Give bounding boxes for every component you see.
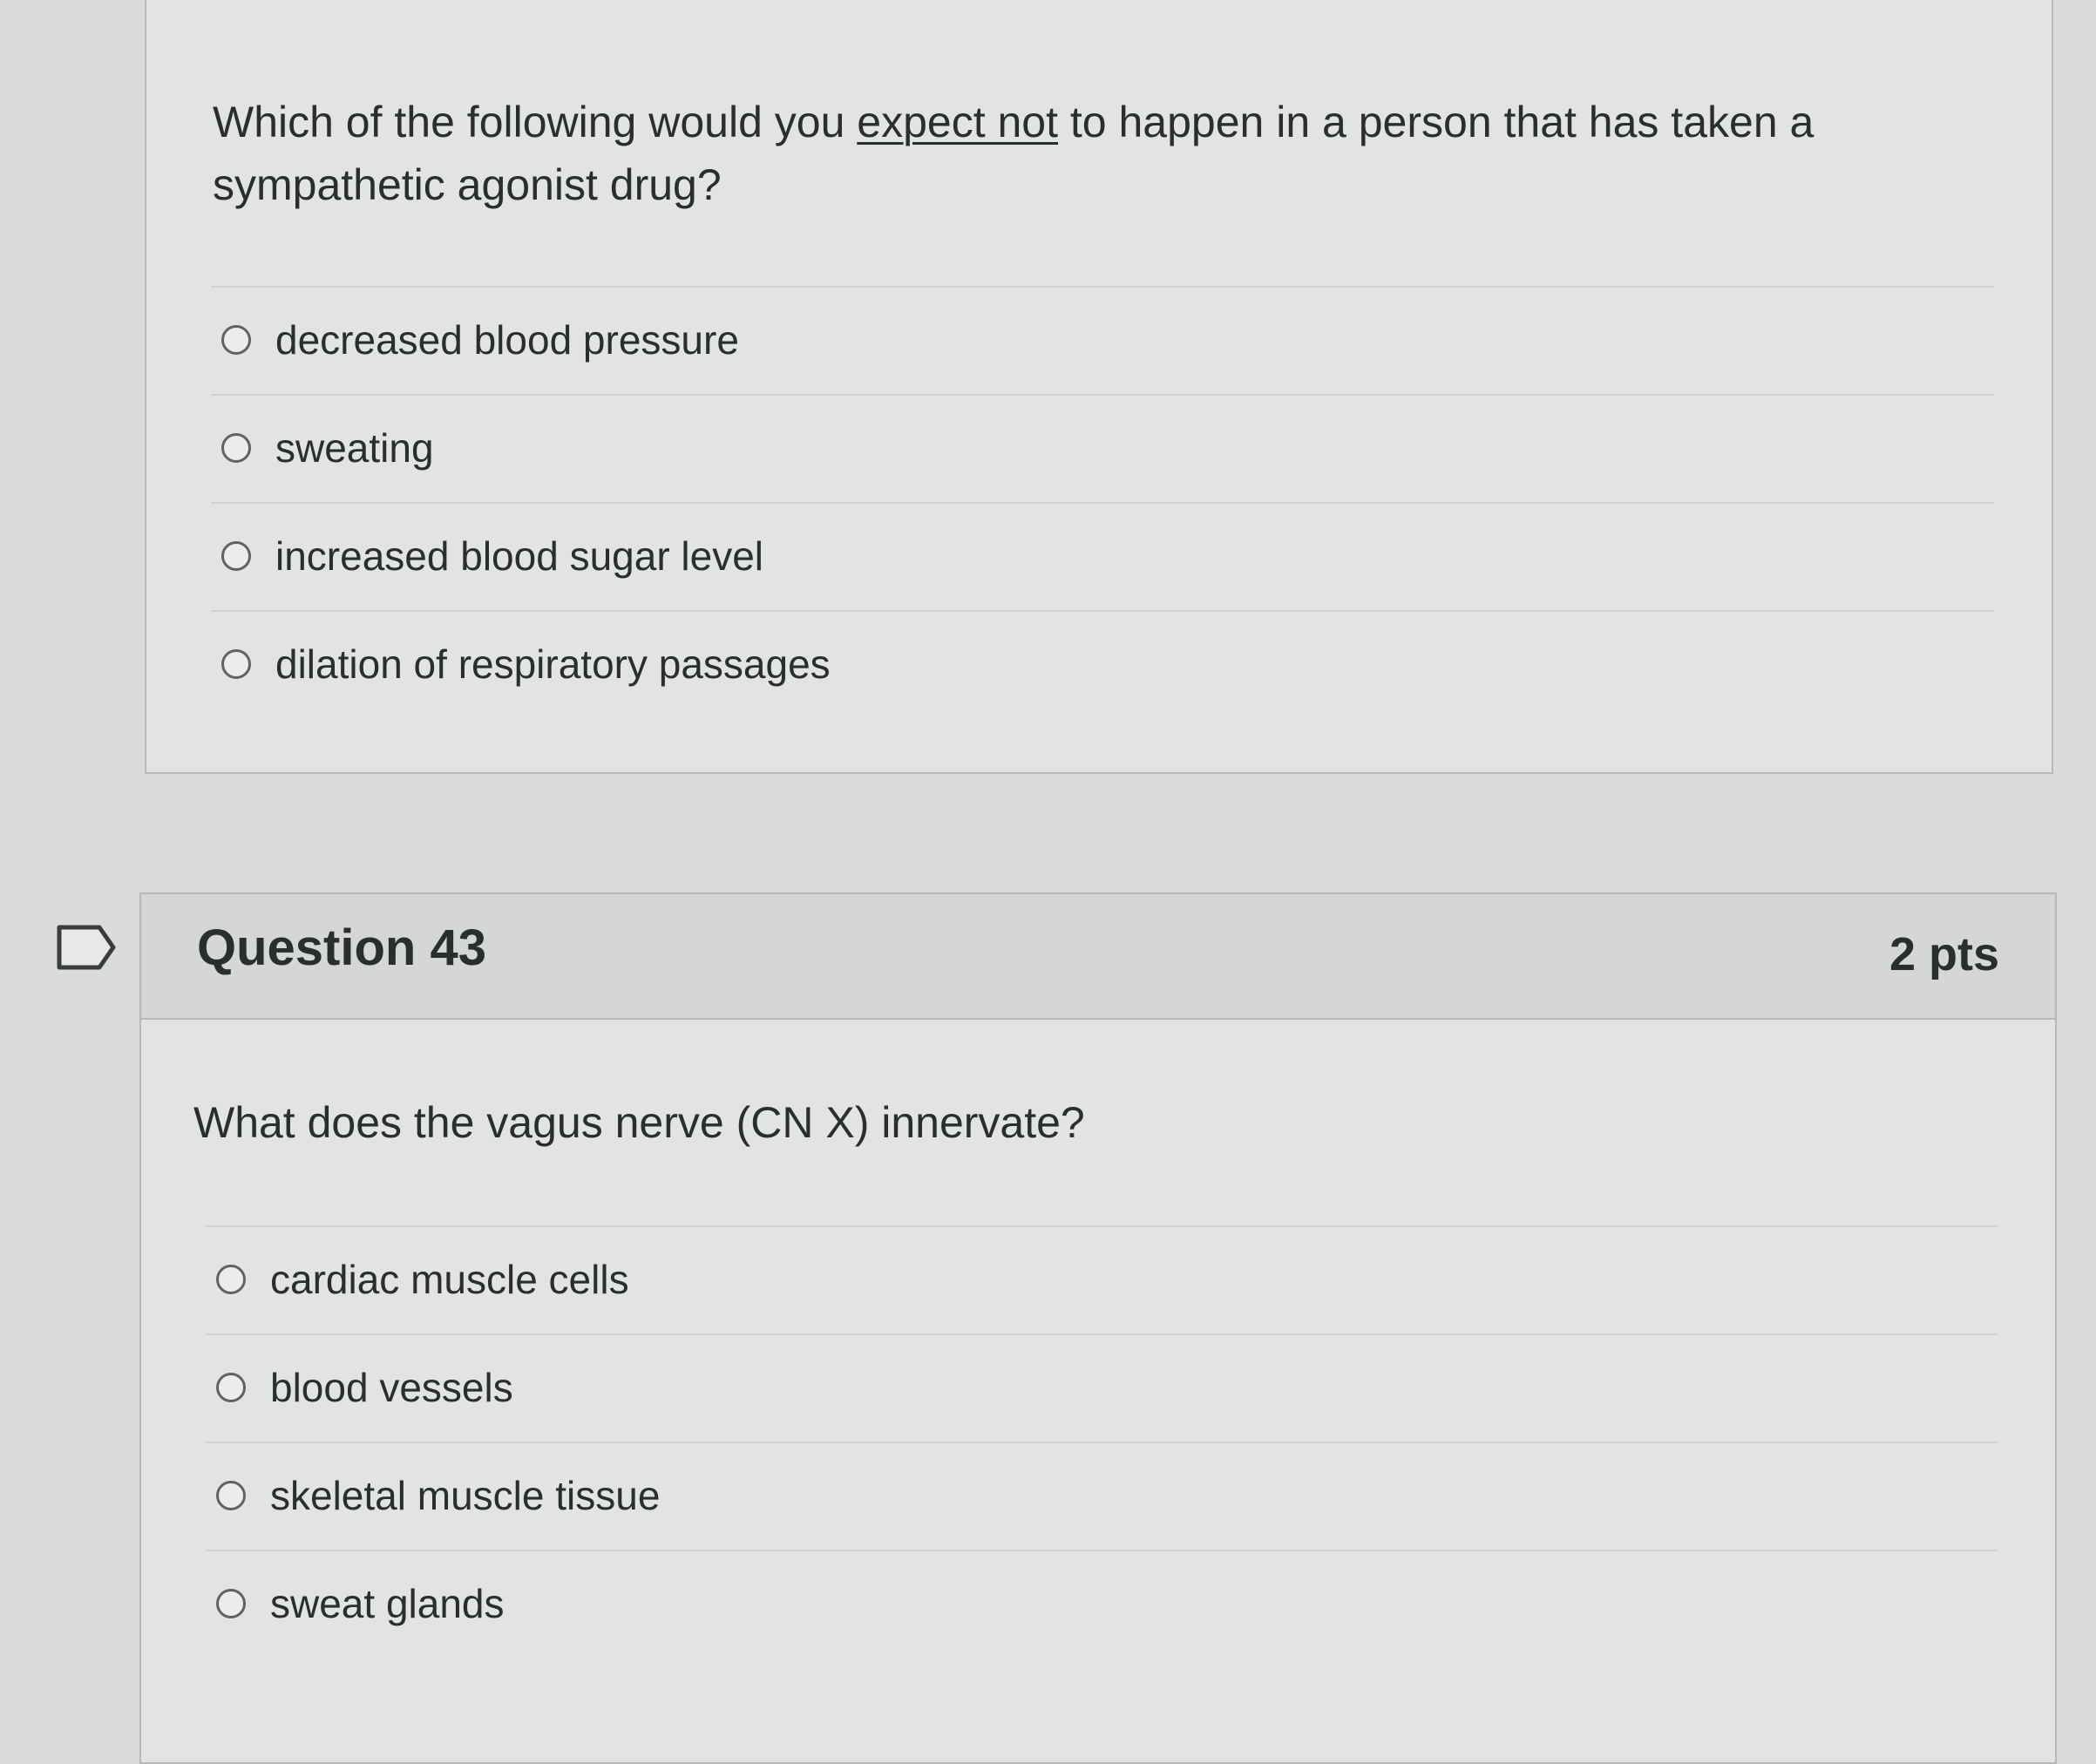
answer-option[interactable]: blood vessels bbox=[206, 1335, 1998, 1443]
answer-option[interactable]: increased blood sugar level bbox=[211, 504, 1994, 612]
question-text-part: Which of the following would you bbox=[213, 98, 858, 146]
question-title: Question 43 bbox=[197, 919, 486, 976]
answer-list: decreased blood pressure sweating increa… bbox=[211, 286, 1994, 720]
question-header: Question 43 2 pts bbox=[141, 894, 2055, 1020]
answer-label[interactable]: sweating bbox=[275, 424, 434, 472]
question-text: Which of the following would you expect … bbox=[213, 91, 1869, 216]
answer-option[interactable]: dilation of respiratory passages bbox=[211, 612, 1994, 720]
answer-label[interactable]: increased blood sugar level bbox=[275, 532, 763, 580]
radio-button-icon[interactable] bbox=[216, 1481, 246, 1510]
question-emphasis: expect not bbox=[857, 98, 1059, 146]
answer-option[interactable]: cardiac muscle cells bbox=[206, 1227, 1998, 1335]
question-text: What does the vagus nerve (CN X) innerva… bbox=[193, 1098, 1085, 1147]
answer-option[interactable]: sweat glands bbox=[206, 1551, 1998, 1659]
radio-button-icon[interactable] bbox=[221, 433, 251, 463]
answer-label[interactable]: dilation of respiratory passages bbox=[275, 640, 831, 689]
answer-option[interactable]: decreased blood pressure bbox=[211, 288, 1994, 396]
flag-icon[interactable] bbox=[56, 924, 119, 971]
answer-label[interactable]: blood vessels bbox=[270, 1363, 513, 1412]
answer-label[interactable]: sweat glands bbox=[270, 1579, 505, 1628]
radio-button-icon[interactable] bbox=[221, 649, 251, 679]
question-points: 2 pts bbox=[1889, 928, 1999, 980]
answer-label[interactable]: skeletal muscle tissue bbox=[270, 1471, 660, 1520]
previous-question-card: Which of the following would you expect … bbox=[145, 0, 2053, 774]
answer-option[interactable]: sweating bbox=[211, 396, 1994, 504]
radio-button-icon[interactable] bbox=[216, 1373, 246, 1402]
answer-label[interactable]: cardiac muscle cells bbox=[270, 1255, 629, 1304]
radio-button-icon[interactable] bbox=[216, 1589, 246, 1618]
answer-option[interactable]: skeletal muscle tissue bbox=[206, 1443, 1998, 1551]
radio-button-icon[interactable] bbox=[216, 1265, 246, 1294]
radio-button-icon[interactable] bbox=[221, 541, 251, 571]
radio-button-icon[interactable] bbox=[221, 325, 251, 355]
answer-label[interactable]: decreased blood pressure bbox=[275, 315, 739, 364]
question-43-card: Question 43 2 pts What does the vagus ne… bbox=[139, 892, 2057, 1764]
answer-list: cardiac muscle cells blood vessels skele… bbox=[206, 1225, 1998, 1659]
